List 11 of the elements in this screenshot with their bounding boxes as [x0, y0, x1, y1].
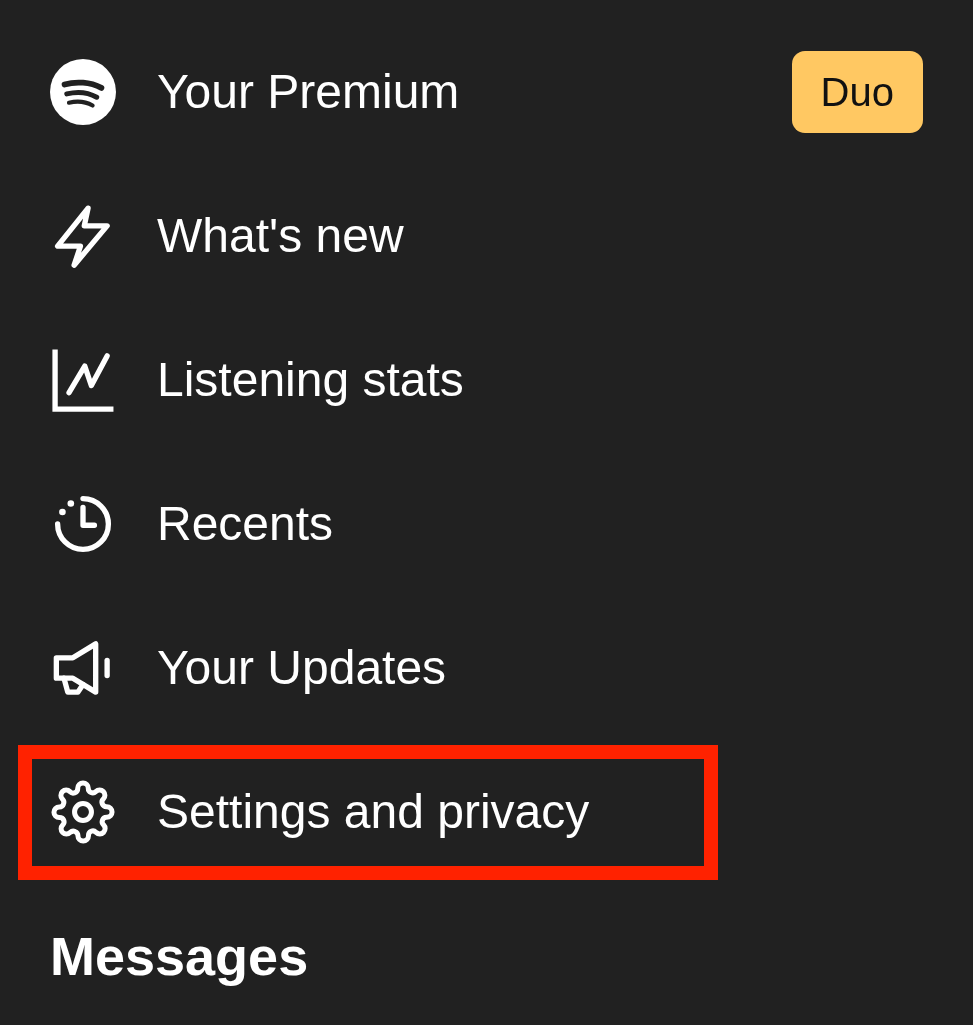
menu-item[interactable]: Listening stats: [18, 312, 718, 448]
section-heading: Messages: [50, 925, 309, 988]
menu-item[interactable]: Your Premium: [18, 24, 718, 160]
line-chart-icon: [50, 347, 116, 413]
logo-icon: [50, 59, 116, 125]
settings-icon: [50, 779, 116, 845]
plan-badge: Duo: [791, 51, 923, 133]
menu-item[interactable]: What's new: [18, 168, 718, 304]
menu-item[interactable]: Your Updates: [18, 600, 718, 736]
menu-item[interactable]: Recents: [18, 456, 718, 592]
menu-item[interactable]: Settings and privacy: [18, 744, 718, 880]
